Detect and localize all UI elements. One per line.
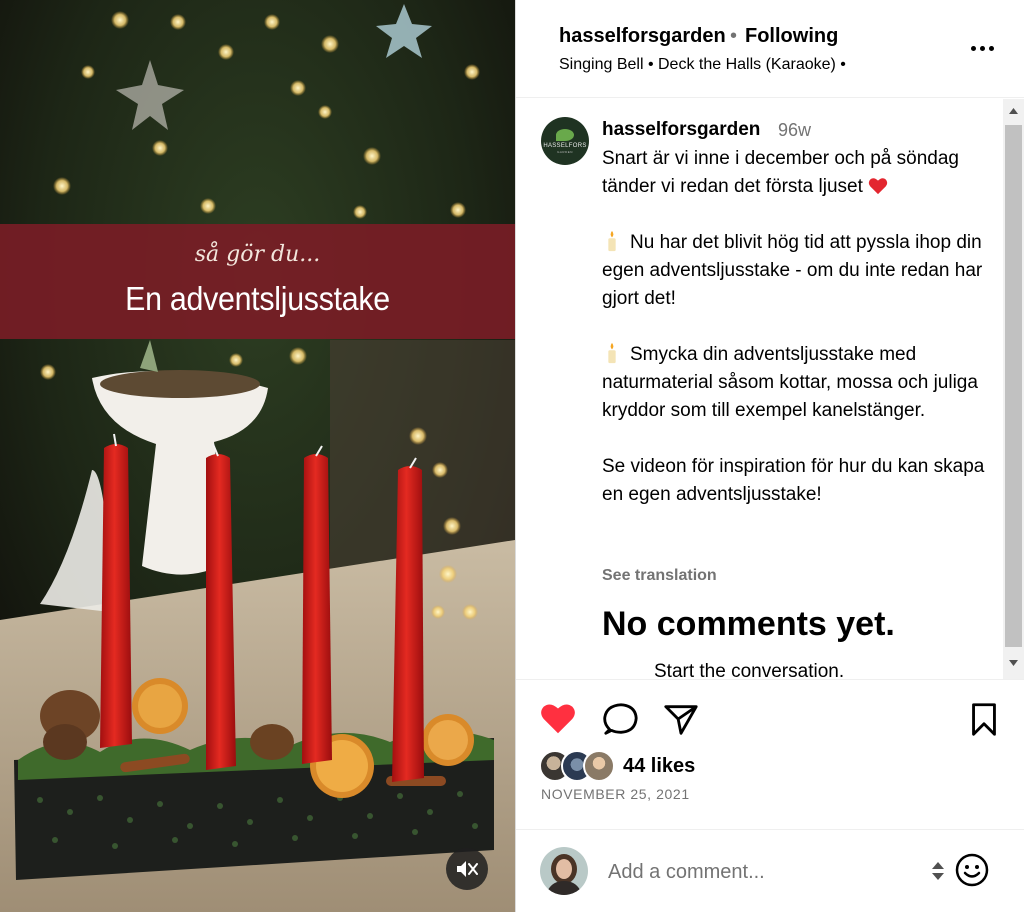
share-send-icon[interactable] — [662, 700, 700, 738]
spinner-arrows-icon[interactable] — [928, 858, 948, 884]
comments-scroll-area[interactable]: HASSELFORS GARDEN hasselforsgarden 96w S… — [516, 99, 1024, 679]
muted-speaker-icon — [457, 861, 478, 877]
scroll-down-arrow-icon[interactable] — [1003, 657, 1024, 669]
post-actions: 44 likes NOVEMBER 25, 2021 — [516, 679, 1024, 829]
save-bookmark-icon[interactable] — [965, 700, 1003, 738]
author-avatar[interactable]: HASSELFORS GARDEN — [541, 117, 589, 165]
candle-emoji-icon — [608, 230, 616, 252]
emoji-icon[interactable] — [954, 852, 990, 888]
scrollbar[interactable] — [1003, 99, 1024, 679]
caption-username[interactable]: hasselforsgarden — [602, 119, 760, 141]
red-heart-emoji-icon — [868, 178, 888, 195]
scroll-up-arrow-icon[interactable] — [1003, 105, 1024, 117]
like-heart-icon[interactable] — [539, 700, 577, 738]
following-button[interactable]: Following — [745, 25, 838, 48]
leaf-logo-icon — [556, 128, 574, 141]
liker-avatar — [583, 750, 615, 782]
caption-paragraph-1: Snart är vi inne i december och på sönda… — [602, 148, 959, 197]
title-banner: så gör du... En adventsljusstake — [0, 224, 515, 339]
current-user-avatar — [540, 847, 588, 895]
comment-input[interactable] — [608, 856, 918, 888]
start-conversation-text: Start the conversation. — [654, 661, 845, 679]
caption-paragraph-3: Smycka din adventsljusstake med naturmat… — [602, 342, 978, 421]
add-comment-bar — [516, 829, 1024, 912]
mute-button[interactable] — [446, 848, 488, 890]
candle-emoji-icon — [608, 342, 616, 364]
avatar-logo-subtext: GARDEN — [557, 149, 573, 154]
post-details-pane: hasselforsgarden • Following Singing Bel… — [515, 0, 1024, 912]
scrollbar-thumb[interactable] — [1005, 125, 1022, 647]
avatar-logo-text: HASSELFORS — [543, 142, 587, 149]
post-age[interactable]: 96w — [778, 120, 811, 141]
see-translation-link[interactable]: See translation — [602, 567, 717, 585]
banner-title: En adventsljusstake — [125, 280, 390, 317]
post-header: hasselforsgarden • Following Singing Bel… — [516, 0, 1024, 98]
no-comments-heading: No comments yet. — [602, 605, 895, 643]
audio-track-link[interactable]: Singing Bell • Deck the Halls (Karaoke) … — [559, 56, 846, 74]
banner-subtitle: så gör du... — [194, 242, 321, 267]
header-username[interactable]: hasselforsgarden — [559, 25, 726, 48]
post-caption: Snart är vi inne i december och på sönda… — [602, 145, 992, 509]
caption-paragraph-2: Nu har det blivit hög tid att pyssla iho… — [602, 230, 983, 309]
post-date: NOVEMBER 25, 2021 — [541, 786, 690, 802]
post-media[interactable]: så gör du... En adventsljusstake — [0, 0, 515, 912]
more-options-icon — [971, 46, 976, 51]
header-separator: • — [730, 25, 738, 47]
post-video-frame — [0, 0, 515, 912]
caption-paragraph-4: Se videon för inspiration för hur du kan… — [602, 456, 985, 505]
likes-count[interactable]: 44 likes — [623, 755, 695, 778]
comment-bubble-icon[interactable] — [602, 700, 640, 738]
more-options-button[interactable] — [971, 36, 999, 60]
